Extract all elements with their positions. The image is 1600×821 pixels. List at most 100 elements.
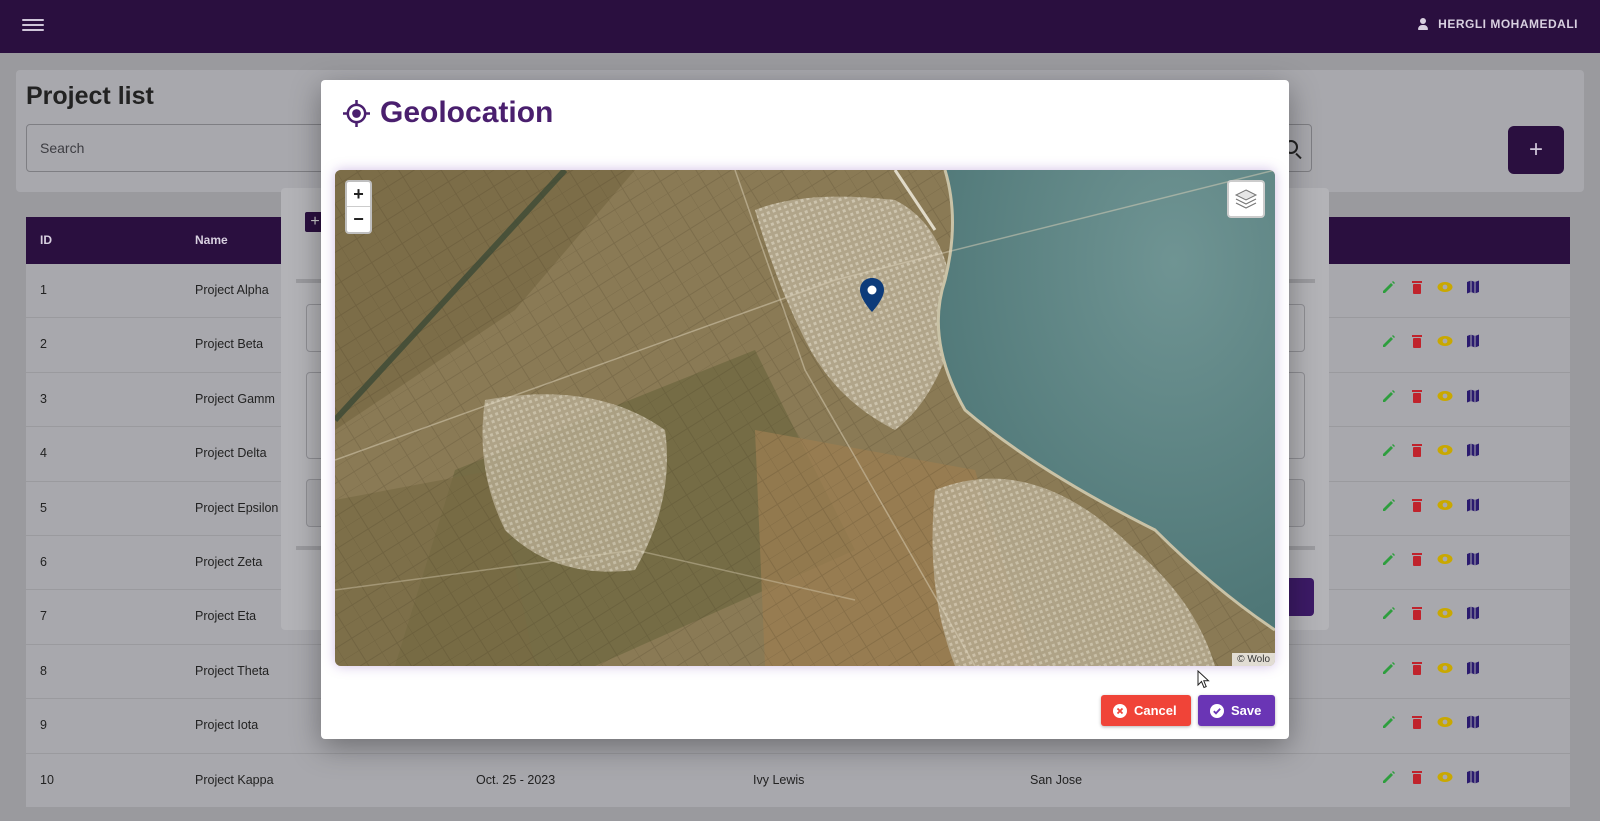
delete-icon[interactable] — [1409, 388, 1425, 407]
view-icon[interactable] — [1437, 388, 1453, 407]
edit-icon[interactable] — [1381, 605, 1397, 624]
cell-name: Project Alpha — [195, 283, 269, 297]
add-project-button[interactable]: + — [1508, 126, 1564, 174]
map-icon[interactable] — [1465, 442, 1481, 461]
zoom-in-button[interactable]: + — [347, 182, 370, 207]
layers-button[interactable] — [1227, 180, 1265, 218]
edit-icon[interactable] — [1381, 333, 1397, 352]
map-icon[interactable] — [1465, 605, 1481, 624]
page-title: Project list — [26, 82, 154, 110]
save-label: Save — [1231, 703, 1262, 718]
user-menu[interactable]: HERGLI MOHAMEDALI — [1416, 17, 1578, 31]
modal-title-text: Geolocation — [380, 96, 554, 129]
cancel-label: Cancel — [1134, 703, 1177, 718]
view-icon[interactable] — [1437, 279, 1453, 298]
row-actions — [1381, 605, 1481, 624]
delete-icon[interactable] — [1409, 551, 1425, 570]
cell-id: 3 — [40, 391, 47, 406]
delete-icon[interactable] — [1409, 660, 1425, 679]
cell-id: 8 — [40, 663, 47, 678]
mouse-cursor-icon — [1197, 670, 1210, 689]
cell-id: 1 — [40, 283, 47, 297]
save-button[interactable]: Save — [1198, 695, 1276, 726]
view-icon[interactable] — [1437, 714, 1453, 733]
cell-id: 10 — [40, 772, 54, 787]
map-icon[interactable] — [1465, 333, 1481, 352]
view-icon[interactable] — [1437, 442, 1453, 461]
table-row: 10 Project Kappa Oct. 25 - 2023 Ivy Lewis Sa… — [26, 753, 1570, 808]
edit-icon[interactable] — [1381, 660, 1397, 679]
view-icon[interactable] — [1437, 551, 1453, 570]
user-name: HERGLI MOHAMEDALI — [1438, 17, 1578, 31]
edit-icon[interactable] — [1381, 714, 1397, 733]
cell-id: 4 — [40, 446, 47, 461]
row-actions — [1381, 551, 1481, 570]
map-icon[interactable] — [1465, 551, 1481, 570]
view-icon[interactable] — [1437, 660, 1453, 679]
cell-city: San Jose — [1030, 772, 1083, 787]
map-icon[interactable] — [1465, 714, 1481, 733]
edit-icon[interactable] — [1381, 497, 1397, 516]
row-actions — [1381, 279, 1481, 298]
cell-id: 2 — [40, 337, 47, 352]
cell-name: Project Eta — [195, 609, 257, 624]
menu-icon[interactable] — [22, 16, 44, 36]
map-icon[interactable] — [1465, 660, 1481, 679]
delete-icon[interactable] — [1409, 714, 1425, 733]
satellite-map[interactable]: + − © Wolo — [335, 170, 1275, 666]
row-actions — [1381, 660, 1481, 679]
row-actions — [1381, 769, 1481, 788]
person-icon — [1416, 17, 1430, 31]
delete-icon[interactable] — [1409, 333, 1425, 352]
view-icon[interactable] — [1437, 333, 1453, 352]
delete-icon[interactable] — [1409, 605, 1425, 624]
cancel-icon — [1113, 703, 1127, 718]
cell-owner: Ivy Lewis — [753, 772, 805, 787]
map-icon[interactable] — [1465, 279, 1481, 298]
zoom-out-button[interactable]: − — [347, 207, 370, 232]
check-circle-icon — [1210, 703, 1224, 718]
cancel-button[interactable]: Cancel — [1101, 695, 1191, 726]
crosshair-icon — [343, 99, 370, 127]
modal-title: Geolocation — [343, 96, 553, 130]
map-icon[interactable] — [1465, 769, 1481, 788]
location-pin-icon[interactable] — [860, 278, 884, 317]
cell-name: Project Theta — [195, 663, 270, 678]
row-actions — [1381, 442, 1481, 461]
view-icon[interactable] — [1437, 769, 1453, 788]
cell-name: Project Zeta — [195, 554, 263, 569]
cell-date: Oct. 25 - 2023 — [476, 772, 556, 787]
map-icon[interactable] — [1465, 388, 1481, 407]
row-actions — [1381, 388, 1481, 407]
map-tiles[interactable] — [335, 170, 1275, 666]
map-attribution[interactable]: © Wolo — [1232, 653, 1275, 666]
map-icon[interactable] — [1465, 497, 1481, 516]
app-bar: HERGLI MOHAMEDALI — [0, 0, 1600, 53]
edit-icon[interactable] — [1381, 442, 1397, 461]
cell-name: Project Iota — [195, 718, 259, 733]
edit-icon[interactable] — [1381, 279, 1397, 298]
row-actions — [1381, 497, 1481, 516]
view-icon[interactable] — [1437, 497, 1453, 516]
cell-name: Project Beta — [195, 337, 264, 352]
delete-icon[interactable] — [1409, 497, 1425, 516]
column-id[interactable]: ID — [40, 233, 52, 247]
cell-name: Project Epsilon — [195, 500, 279, 515]
row-actions — [1381, 714, 1481, 733]
cell-name: Project Delta — [195, 446, 267, 461]
cell-id: 5 — [40, 500, 47, 515]
zoom-control: + − — [345, 180, 372, 234]
edit-icon[interactable] — [1381, 388, 1397, 407]
edit-icon[interactable] — [1381, 551, 1397, 570]
delete-icon[interactable] — [1409, 442, 1425, 461]
view-icon[interactable] — [1437, 605, 1453, 624]
edit-icon[interactable] — [1381, 769, 1397, 788]
cell-id: 6 — [40, 554, 47, 569]
column-name[interactable]: Name — [195, 233, 228, 247]
delete-icon[interactable] — [1409, 279, 1425, 298]
cell-id: 9 — [40, 718, 47, 733]
delete-icon[interactable] — [1409, 769, 1425, 788]
layers-icon — [1234, 189, 1258, 209]
cell-name: Project Kappa — [195, 772, 274, 787]
cell-name: Project Gamm — [195, 391, 275, 406]
